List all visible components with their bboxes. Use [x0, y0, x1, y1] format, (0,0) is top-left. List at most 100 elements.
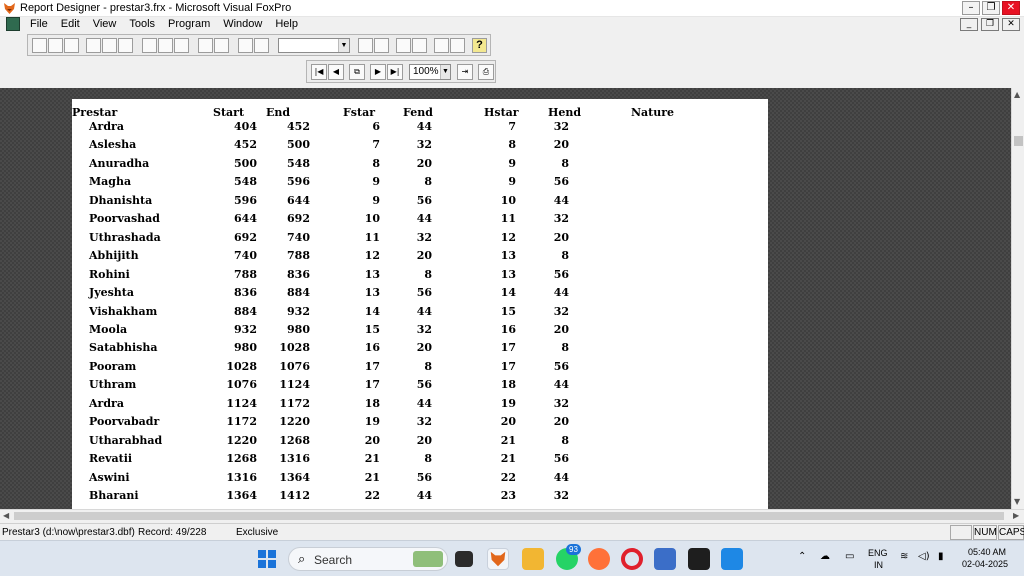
zoom-select[interactable]: 100% ▼ — [409, 64, 451, 80]
cloud-icon[interactable]: ☁ — [820, 551, 830, 562]
chevron-down-icon[interactable]: ▼ — [338, 39, 349, 52]
print-icon[interactable] — [86, 38, 101, 53]
previous-page-icon[interactable]: ◀ — [328, 64, 344, 80]
close-button[interactable]: ✕ — [1002, 1, 1020, 15]
first-page-icon[interactable]: |◀ — [311, 64, 327, 80]
cut-icon[interactable] — [142, 38, 157, 53]
menu-help[interactable]: Help — [275, 18, 298, 30]
row-start: 1124 — [226, 396, 257, 410]
power-icon[interactable]: ▮ — [938, 551, 944, 562]
doc-minimize-button[interactable]: _ — [960, 18, 978, 31]
scroll-up-icon[interactable]: ▲ — [1014, 90, 1020, 99]
open-folder-icon[interactable] — [48, 38, 63, 53]
visual-studio-icon[interactable] — [654, 548, 676, 570]
task-pane-icon[interactable] — [450, 38, 465, 53]
row-fstar: 7 — [372, 138, 380, 152]
row-start: 692 — [234, 230, 257, 244]
windows-start-icon[interactable] — [258, 550, 276, 568]
row-hstar: 22 — [500, 470, 516, 484]
header-fstar: Fstar — [343, 106, 376, 119]
menu-view[interactable]: View — [93, 18, 117, 30]
header-fend: Fend — [403, 106, 433, 119]
menu-edit[interactable]: Edit — [61, 18, 80, 30]
doc-close-button[interactable]: ✕ — [1002, 18, 1020, 31]
new-file-icon[interactable] — [32, 38, 47, 53]
save-icon[interactable] — [64, 38, 79, 53]
vertical-scrollbar[interactable]: ▲ ▼ — [1011, 88, 1024, 509]
battery-icon[interactable]: ▭ — [845, 551, 854, 562]
paste-icon[interactable] — [174, 38, 189, 53]
menu-program[interactable]: Program — [168, 18, 210, 30]
row-fend: 32 — [416, 415, 432, 429]
row-start: 1028 — [226, 359, 257, 373]
row-fend: 8 — [424, 175, 432, 189]
close-preview-icon[interactable]: ⇥ — [457, 64, 473, 80]
database-combo[interactable]: ▼ — [278, 38, 350, 53]
toolbox-icon[interactable] — [434, 38, 449, 53]
menu-window[interactable]: Window — [223, 18, 262, 30]
last-page-icon[interactable]: ▶| — [387, 64, 403, 80]
report-row: Rohini 788 836 13 8 13 56 — [72, 268, 768, 286]
doc-restore-button[interactable]: ❐ — [981, 18, 999, 31]
view-window-icon[interactable] — [374, 38, 389, 53]
row-start: 836 — [234, 286, 257, 300]
spell-check-icon[interactable] — [118, 38, 133, 53]
foxpro-app-icon[interactable] — [3, 2, 16, 15]
scroll-right-icon[interactable]: ▶ — [1013, 511, 1019, 520]
command-window-icon[interactable] — [358, 38, 373, 53]
clock-date[interactable]: 02-04-2025 — [962, 559, 1008, 569]
menu-file[interactable]: File — [30, 18, 48, 30]
redo-icon[interactable] — [214, 38, 229, 53]
report-row: Vishakham 884 932 14 44 15 32 — [72, 305, 768, 323]
row-hstar: 17 — [500, 341, 516, 355]
class-browser-icon[interactable] — [412, 38, 427, 53]
go-to-page-icon[interactable]: ⧉ — [349, 64, 365, 80]
minimize-button[interactable]: – — [962, 1, 980, 15]
help-icon[interactable]: ? — [472, 38, 487, 53]
opera-icon[interactable] — [621, 548, 643, 570]
scroll-left-icon[interactable]: ◀ — [3, 511, 9, 520]
taskbar-search[interactable]: ⌕ Search — [288, 547, 448, 571]
language-indicator[interactable]: ENG — [868, 548, 888, 558]
report-row: Anuradha 500 548 8 20 9 8 — [72, 157, 768, 175]
row-hstar: 20 — [500, 415, 516, 429]
firefox-icon[interactable] — [588, 548, 610, 570]
restore-button[interactable]: ❐ — [982, 1, 1000, 15]
paint-app-icon[interactable] — [721, 548, 743, 570]
row-hstar: 13 — [500, 267, 516, 281]
chevron-down-icon[interactable]: ▼ — [440, 65, 450, 79]
scroll-thumb[interactable] — [14, 512, 1004, 520]
clock-time[interactable]: 05:40 AM — [968, 547, 1006, 557]
row-hend: 32 — [553, 304, 569, 318]
scroll-down-icon[interactable]: ▼ — [1014, 497, 1020, 506]
report-row: Aswini 1316 1364 21 56 22 44 — [72, 471, 768, 489]
row-name: Anuradha — [89, 156, 150, 170]
horizontal-scrollbar[interactable]: ◀ ▶ — [0, 509, 1024, 522]
row-hend: 20 — [553, 230, 569, 244]
row-name: Satabhisha — [89, 341, 158, 355]
modify-form-icon[interactable] — [254, 38, 269, 53]
next-page-icon[interactable]: ▶ — [370, 64, 386, 80]
copy-icon[interactable] — [158, 38, 173, 53]
menu-bar: File Edit View Tools Program Window Help… — [0, 17, 1024, 32]
row-fstar: 14 — [364, 304, 380, 318]
undo-icon[interactable] — [198, 38, 213, 53]
region-indicator[interactable]: IN — [874, 560, 883, 570]
terminal-icon[interactable] — [688, 548, 710, 570]
print-preview-icon[interactable] — [102, 38, 117, 53]
scroll-thumb[interactable] — [1014, 136, 1023, 146]
row-fend: 44 — [416, 396, 432, 410]
wifi-icon[interactable]: ≋ — [900, 551, 908, 562]
run-icon[interactable] — [238, 38, 253, 53]
file-explorer-icon[interactable] — [522, 548, 544, 570]
chevron-up-icon[interactable]: ⌃ — [798, 551, 806, 562]
task-view-icon[interactable] — [455, 551, 473, 567]
header-end: End — [266, 106, 291, 119]
volume-icon[interactable]: ◁) — [918, 551, 930, 562]
document-menu-icon[interactable] — [6, 17, 20, 31]
print-report-icon[interactable]: ⎙ — [478, 64, 494, 80]
row-hend: 8 — [561, 433, 569, 447]
menu-tools[interactable]: Tools — [129, 18, 155, 30]
foxpro-taskbar-icon[interactable] — [487, 548, 509, 570]
data-session-icon[interactable] — [396, 38, 411, 53]
